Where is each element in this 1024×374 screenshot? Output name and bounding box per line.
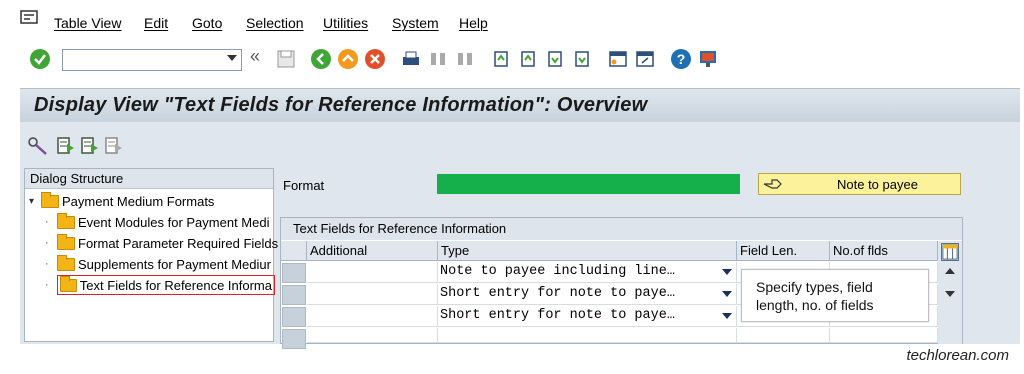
row-selector[interactable] [282,307,306,327]
column-header-field-len[interactable]: Field Len. [737,241,830,261]
tree-node-label: Payment Medium Formats [62,193,215,209]
chevron-down-icon[interactable] [722,291,732,297]
scroll-up-icon[interactable] [945,268,955,274]
first-page-icon[interactable] [490,48,512,70]
row-selector[interactable] [282,285,306,305]
title-bar: Display View "Text Fields for Reference … [20,88,1020,122]
next-page-icon[interactable] [544,48,566,70]
cell-additional[interactable] [307,284,438,305]
menu-bar: Table View Edit Goto Selection Utilities… [0,0,1024,44]
menu-selection[interactable]: Selection [246,15,304,31]
menu-system[interactable]: System [392,15,439,31]
selected-node-highlight: Text Fields for Reference Informa [57,275,275,295]
page-title: Display View "Text Fields for Reference … [34,94,648,116]
tree-node-label: Text Fields for Reference Informa [79,277,272,293]
tree-node-label: Event Modules for Payment Medi [78,214,270,230]
menu-help[interactable]: Help [459,15,488,31]
standard-toolbar: « ? [0,44,1024,80]
folder-icon [57,212,75,229]
format-label: Format [283,178,325,193]
note-to-payee-field: Note to payee [758,173,961,195]
tree-node-supplements[interactable]: · Supplements for Payment Mediur [45,254,271,274]
tree-node-label: Format Parameter Required Fields [78,235,279,251]
cell-type-value: Short entry for note to paye… [440,286,675,301]
cell-field-len[interactable] [737,328,830,343]
delete-icon[interactable] [104,136,124,156]
cell-type[interactable]: Note to payee including line… [438,262,737,283]
new-entries-icon[interactable] [56,136,76,156]
tree-node-label: Supplements for Payment Mediur [78,256,271,272]
folder-icon [57,254,75,271]
cancel-icon[interactable] [364,48,386,70]
tree-bullet-icon: · [45,279,49,291]
tree-node-event-modules[interactable]: · Event Modules for Payment Medi [45,212,269,232]
find-icon[interactable] [427,48,449,70]
row-selector[interactable] [282,263,306,283]
tree-node-text-fields[interactable]: · Text Fields for Reference Informa [45,275,275,295]
table-title: Text Fields for Reference Information [281,218,962,240]
svg-text:?: ? [677,51,686,67]
format-value-field [437,174,740,194]
display-change-icon[interactable] [27,136,49,156]
note-to-payee-label: Note to payee [837,177,918,192]
menu-edit[interactable]: Edit [144,15,168,31]
last-page-icon[interactable] [571,48,593,70]
select-all-header[interactable] [281,241,307,261]
cell-additional[interactable] [307,306,438,327]
new-session-icon[interactable] [607,48,629,70]
chevron-down-icon[interactable] [722,313,732,319]
expand-arrow-icon[interactable]: ▾ [29,196,41,207]
column-header-no-of-flds[interactable]: No.of flds [830,241,938,261]
tree-bullet-icon: · [45,258,49,270]
exit-icon[interactable] [337,48,359,70]
column-header-type[interactable]: Type [438,241,737,261]
tree-bullet-icon: · [45,216,49,228]
help-icon[interactable]: ? [670,48,692,70]
cell-type-value: Short entry for note to paye… [440,308,675,323]
application-toolbar [20,122,1020,166]
cell-additional[interactable] [307,328,438,343]
cell-type[interactable]: Short entry for note to paye… [438,284,737,305]
back-double-icon[interactable]: « [250,46,272,68]
customize-layout-icon[interactable] [697,48,719,70]
menu-table-view[interactable]: Table View [54,15,121,31]
menu-utilities[interactable]: Utilities [323,15,368,31]
watermark: techlorean.com [906,347,1009,364]
cell-type-value: Note to payee including line… [440,264,675,279]
command-field[interactable] [62,49,242,71]
open-folder-icon [60,276,77,292]
table-settings-icon[interactable] [941,243,959,261]
copy-as-icon[interactable] [80,136,100,156]
tree-node-payment-medium-formats[interactable]: ▾ Payment Medium Formats [29,191,214,211]
tree-node-format-parameter[interactable]: · Format Parameter Required Fields [45,233,278,253]
scroll-down-icon[interactable] [945,291,955,297]
cell-additional[interactable] [307,262,438,283]
tree-bullet-icon: · [45,237,49,249]
shortcut-icon[interactable] [634,48,656,70]
folder-icon [57,233,75,250]
back-icon[interactable] [310,48,332,70]
chevron-down-icon[interactable] [722,269,732,275]
enter-icon[interactable] [29,48,51,70]
folder-icon [41,191,59,208]
save-icon[interactable] [275,48,297,70]
cell-type[interactable] [438,328,737,343]
cell-no-of-flds[interactable] [830,328,938,343]
dialog-structure-header: Dialog Structure [25,169,273,189]
chevron-down-icon[interactable] [227,55,237,61]
annotation-callout: Specify types, field length, no. of fiel… [741,269,929,322]
menu-goto[interactable]: Goto [192,15,222,31]
print-icon[interactable] [400,48,422,70]
cell-type[interactable]: Short entry for note to paye… [438,306,737,327]
find-next-icon[interactable] [454,48,476,70]
system-menu-icon[interactable] [20,10,40,26]
prev-page-icon[interactable] [517,48,539,70]
pointing-hand-icon [763,179,782,189]
row-selector[interactable] [282,329,306,349]
dialog-structure-panel: Dialog Structure ▾ Payment Medium Format… [24,168,278,342]
column-header-additional[interactable]: Additional [307,241,438,261]
